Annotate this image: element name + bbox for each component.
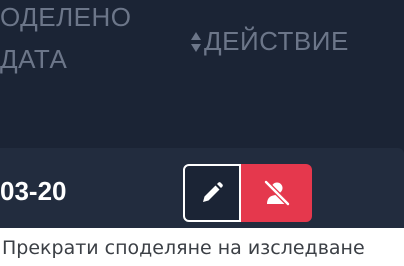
column-header-action-label: ДЕЙСТВИЕ: [204, 26, 349, 56]
table-header: оделено дата ДЕЙСТВИЕ: [0, 0, 404, 112]
column-header-shared-date-line2: дата: [0, 44, 68, 74]
column-header-action[interactable]: ДЕЙСТВИЕ: [190, 24, 349, 58]
sort-icon: [191, 32, 201, 52]
stop-sharing-button[interactable]: [241, 164, 312, 222]
edit-button[interactable]: [183, 164, 241, 222]
column-header-shared-date[interactable]: оделено дата: [0, 0, 132, 80]
row-shared-date: 03-20: [0, 176, 67, 206]
stop-sharing-tooltip: Прекрати споделяне на изследване: [2, 237, 365, 259]
user-slash-icon: [263, 180, 290, 206]
studies-table-panel: оделено дата ДЕЙСТВИЕ 03-20: [0, 0, 404, 228]
pencil-icon: [203, 182, 223, 202]
column-header-shared-date-line1: оделено: [0, 2, 132, 32]
